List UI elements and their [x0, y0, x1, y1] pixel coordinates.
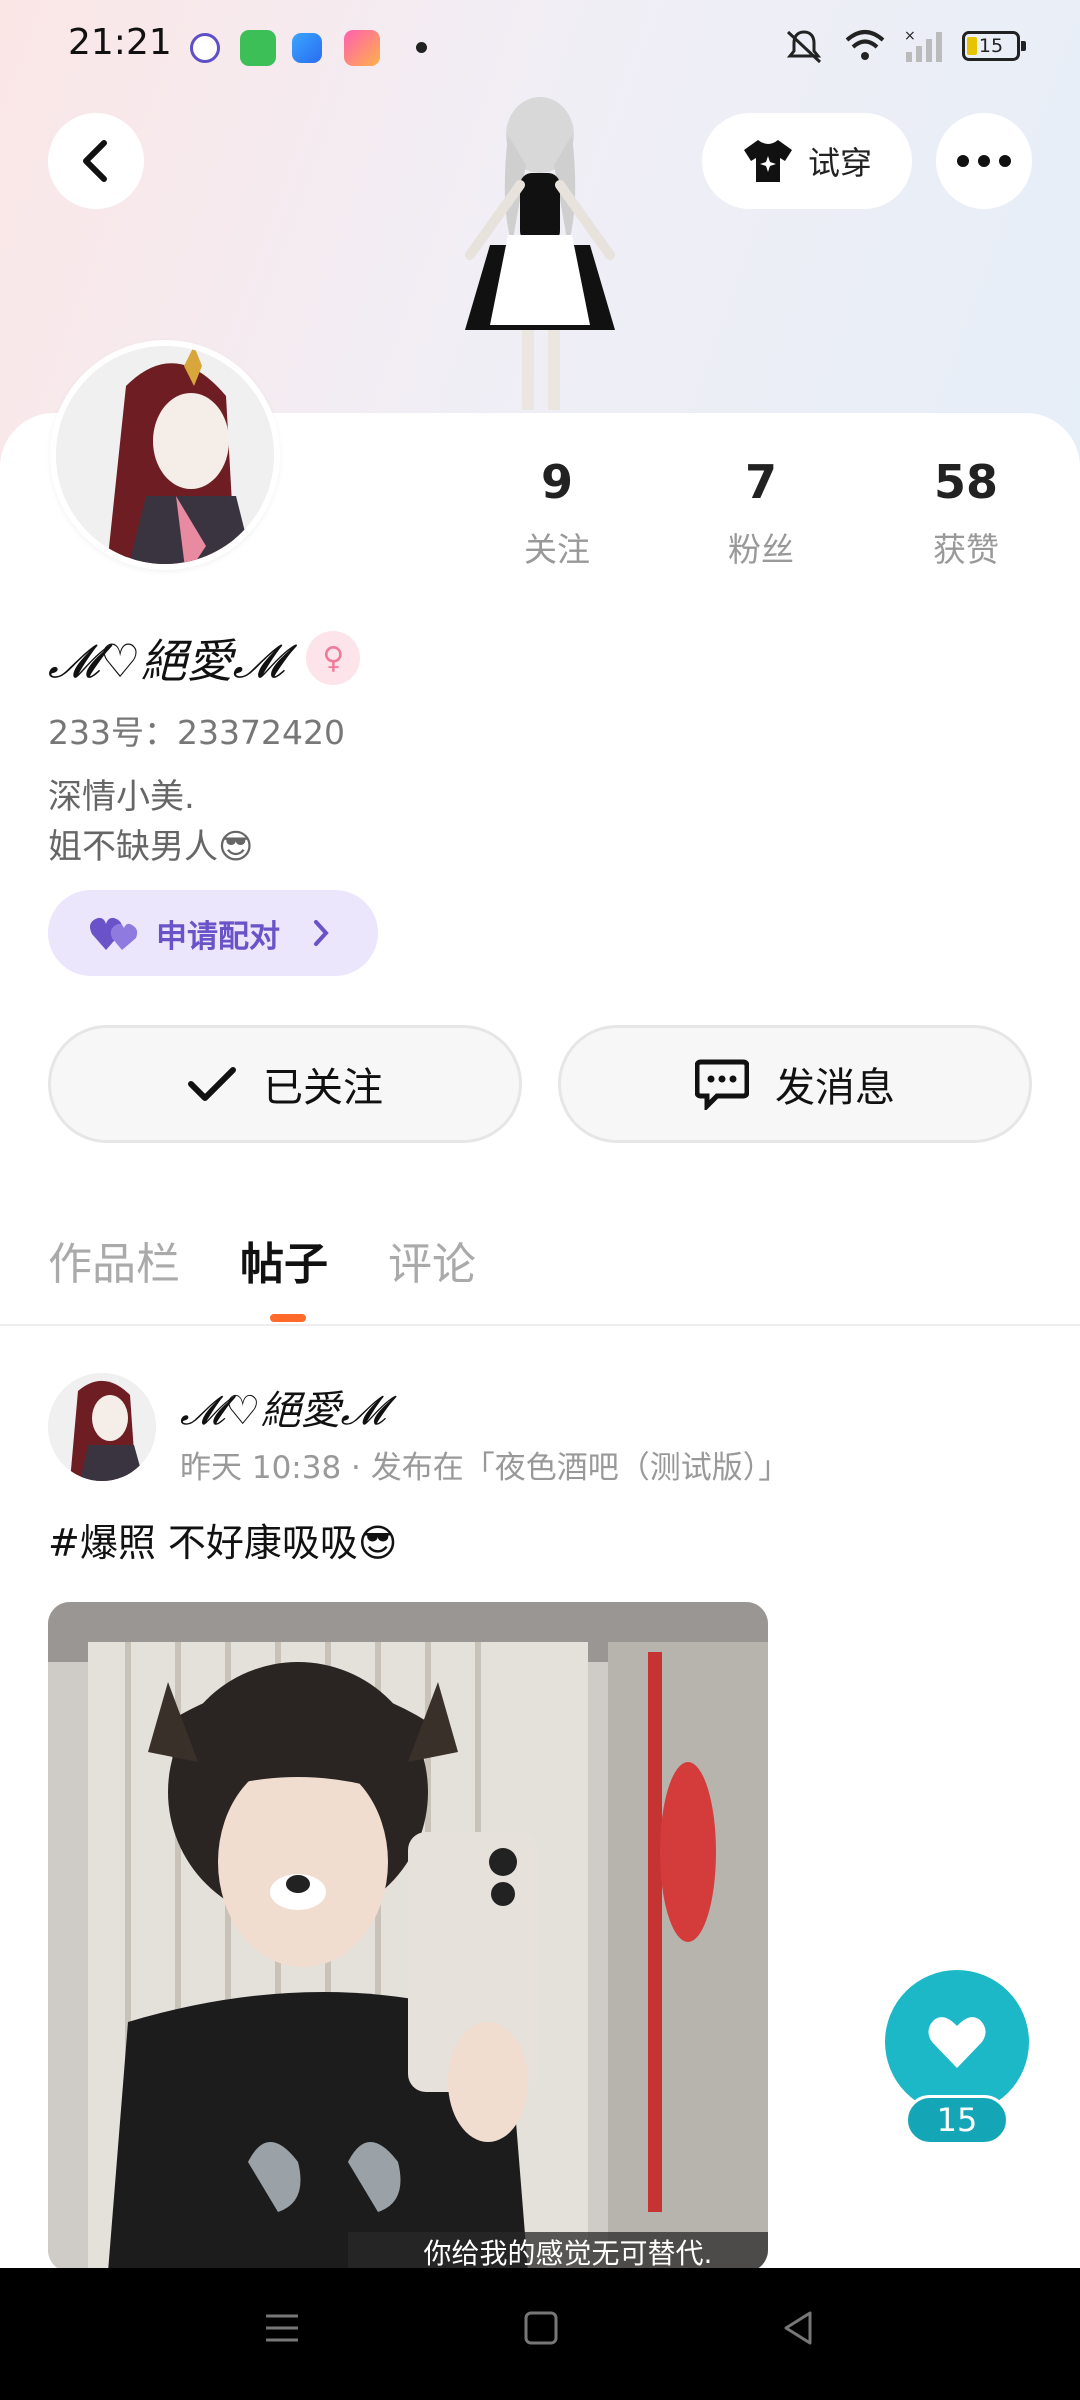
system-navigation-bar [0, 2268, 1080, 2400]
likes-count: 58 [933, 455, 998, 509]
post-author-avatar-image [48, 1373, 156, 1481]
tab-posts[interactable]: 帖子 [240, 1228, 328, 1292]
wifi-icon [845, 30, 885, 60]
pair-request-button[interactable]: 申请配对 [48, 890, 378, 976]
send-message-label: 发消息 [775, 1065, 895, 1111]
more-dots-icon [957, 155, 1011, 167]
more-notifications-dot [416, 42, 427, 53]
following-label: 关注 [524, 530, 590, 569]
double-heart-icon [90, 917, 138, 950]
following-button[interactable]: 已关注 [48, 1025, 522, 1143]
heart-icon [928, 2017, 986, 2068]
profile-tabs: 作品栏 帖子 评论 [48, 1228, 476, 1292]
like-button[interactable] [885, 1970, 1029, 2114]
post-text: #爆照 不好康吸吸😎 [48, 1521, 398, 1565]
back-nav-icon[interactable] [778, 2308, 818, 2348]
battery-level: 15 [978, 35, 1004, 57]
tab-works[interactable]: 作品栏 [48, 1228, 180, 1292]
bio-line-1: 深情小美. [48, 777, 195, 817]
mute-icon [786, 30, 822, 64]
try-on-button[interactable]: 试穿 [702, 113, 912, 209]
post-image[interactable]: 你给我的感觉无可替代. [48, 1602, 768, 2272]
chevron-left-icon [83, 140, 107, 182]
back-button[interactable] [48, 113, 144, 209]
profile-nickname: 𝓜♡絕愛𝓜 ♀ [48, 625, 361, 691]
stat-fans[interactable]: 7 粉丝 [686, 455, 836, 571]
stat-likes[interactable]: 58 获赞 [891, 455, 1041, 571]
like-count: 15 [905, 2095, 1009, 2145]
chevron-right-icon [314, 920, 329, 946]
user-id: 233号：23372420 [48, 713, 345, 752]
bio-line-2: 姐不缺男人😎 [48, 827, 254, 867]
following-button-label: 已关注 [263, 1065, 383, 1111]
post-photo [48, 1602, 768, 2272]
likes-label: 获赞 [933, 530, 999, 569]
status-bar: 21:21 × 15 [0, 0, 1080, 96]
notification-app-icon [190, 33, 220, 63]
post-meta: 昨天 10:38 · 发布在「夜色酒吧（测试版）」 [180, 1450, 790, 1486]
more-button[interactable] [936, 113, 1032, 209]
bio: 深情小美. 姐不缺男人😎 [48, 772, 253, 872]
image-caption: 你给我的感觉无可替代. [348, 2232, 768, 2272]
svg-text:×: × [904, 28, 916, 44]
tabs-divider [0, 1324, 1080, 1326]
avatar[interactable] [50, 340, 280, 570]
video-app-icon [344, 30, 380, 66]
post-author-avatar[interactable] [48, 1373, 156, 1481]
battery-icon: 15 [962, 31, 1026, 61]
home-icon[interactable] [521, 2308, 561, 2348]
send-message-button[interactable]: 发消息 [558, 1025, 1032, 1143]
pair-label: 申请配对 [156, 918, 280, 955]
status-time: 21:21 [68, 22, 172, 63]
tool-app-icon [292, 33, 322, 63]
female-icon: ♀ [306, 631, 361, 685]
try-on-label: 试穿 [807, 144, 872, 182]
nickname-text: 𝓜♡絕愛𝓜 [48, 634, 285, 688]
chat-bubble-icon [695, 1059, 749, 1110]
tshirt-icon [743, 140, 792, 182]
dress-up-avatar-figure[interactable] [430, 95, 650, 415]
stat-following[interactable]: 9 关注 [482, 455, 632, 571]
post-author-name[interactable]: 𝓜♡絕愛𝓜 [180, 1378, 385, 1436]
active-tab-indicator [270, 1314, 306, 1322]
menu-icon[interactable] [262, 2308, 302, 2348]
fans-label: 粉丝 [728, 530, 794, 569]
checkmark-icon [188, 1067, 236, 1101]
following-count: 9 [540, 455, 573, 509]
fans-count: 7 [744, 455, 777, 509]
tab-comments[interactable]: 评论 [388, 1228, 476, 1292]
store-app-icon [240, 30, 276, 66]
signal-icon: × [904, 28, 942, 62]
